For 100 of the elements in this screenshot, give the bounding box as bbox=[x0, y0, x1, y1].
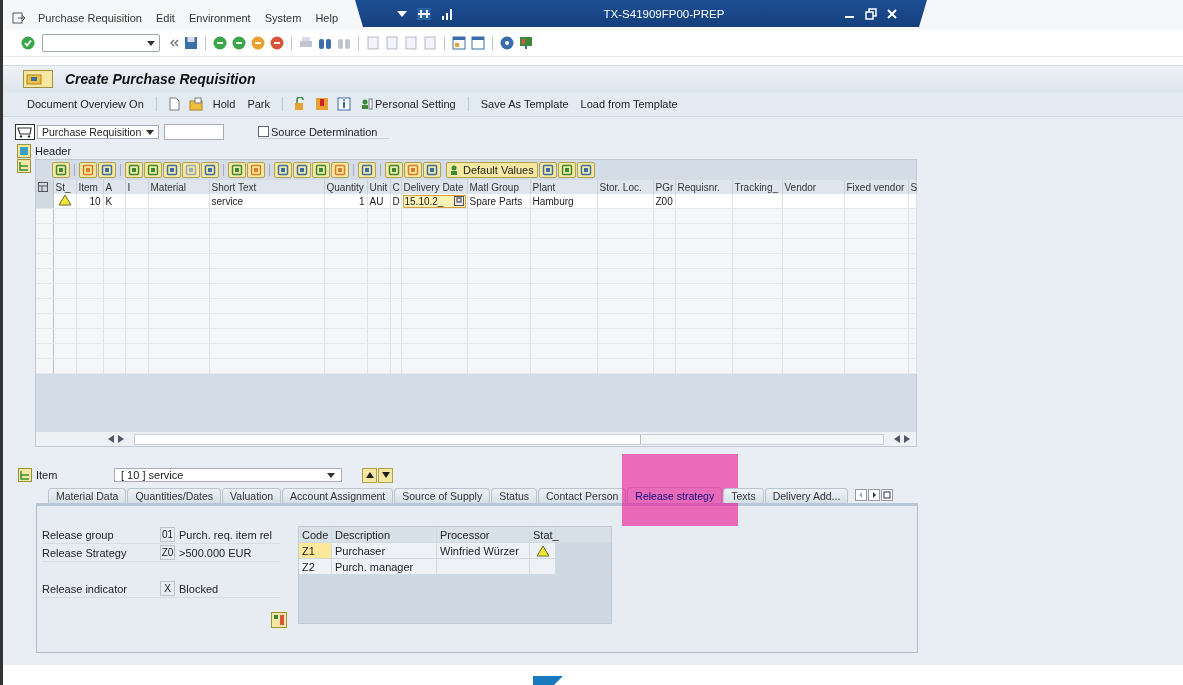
menu-icon[interactable] bbox=[12, 12, 26, 24]
caret-icon[interactable] bbox=[397, 10, 407, 17]
tab[interactable]: Account Assignment bbox=[282, 488, 394, 503]
pin-icon[interactable] bbox=[417, 7, 431, 20]
tab[interactable]: Source of Supply bbox=[394, 488, 491, 503]
park-button[interactable]: Park bbox=[245, 98, 272, 110]
tab[interactable]: Status bbox=[491, 488, 537, 503]
field-value: >500.000 EUR bbox=[179, 546, 252, 559]
menu-item[interactable]: Edit bbox=[155, 12, 175, 24]
collapse-details-icon[interactable] bbox=[18, 468, 32, 482]
table-cell[interactable]: Z1 bbox=[299, 543, 332, 558]
window-icon[interactable] bbox=[471, 36, 485, 50]
menu-item[interactable]: System bbox=[264, 12, 302, 24]
tab[interactable]: Valuation bbox=[222, 488, 282, 503]
field-value: Purch. req. item rel bbox=[179, 528, 272, 541]
item-dropdown[interactable]: [ 10 ] service bbox=[114, 468, 342, 482]
load-from-template-button[interactable]: Load from Template bbox=[578, 98, 680, 110]
caret-icon bbox=[327, 472, 335, 478]
cart-icon[interactable] bbox=[15, 124, 35, 140]
document-number-field[interactable] bbox=[164, 124, 224, 140]
personal-setting-button[interactable]: Personal Setting bbox=[359, 98, 458, 110]
column-header[interactable]: Material bbox=[148, 180, 209, 194]
help-icon[interactable] bbox=[500, 36, 514, 50]
column-header[interactable]: Requisnr. bbox=[675, 180, 732, 194]
menu-item[interactable]: Help bbox=[315, 12, 338, 24]
window-title: TX-S41909FP00-PREP bbox=[602, 7, 726, 20]
window-icon[interactable] bbox=[452, 36, 466, 50]
table-cell: Winfried Würzer bbox=[437, 543, 530, 558]
restore-icon[interactable] bbox=[865, 7, 877, 20]
code-field: 01 bbox=[160, 527, 175, 542]
save-icon[interactable] bbox=[184, 36, 198, 50]
column-header[interactable]: Unit bbox=[367, 180, 390, 194]
field-label: Release group bbox=[42, 528, 115, 541]
column-header[interactable]: Vendor bbox=[782, 180, 844, 194]
scroll-right-icon[interactable] bbox=[904, 435, 910, 443]
default-values-button[interactable]: Default Values bbox=[446, 162, 538, 178]
tab[interactable]: Material Data bbox=[48, 488, 127, 503]
monitor-icon[interactable] bbox=[519, 36, 533, 50]
column-header: Code bbox=[299, 527, 332, 542]
tab[interactable]: Quantities/Dates bbox=[127, 488, 222, 503]
close-icon[interactable] bbox=[887, 8, 897, 19]
scroll-left-icon[interactable] bbox=[108, 435, 114, 443]
table-cell[interactable]: Z2 bbox=[299, 559, 332, 574]
column-header[interactable]: Matl Group bbox=[467, 180, 530, 194]
document-overview-button[interactable]: Document Overview On bbox=[25, 98, 146, 110]
previous-item-button[interactable] bbox=[362, 467, 377, 483]
column-header: Processor bbox=[437, 527, 530, 542]
menu-item[interactable]: Purchase Requisition bbox=[38, 12, 142, 24]
date-input[interactable]: 15.10.2_ bbox=[402, 194, 466, 208]
caret-icon bbox=[147, 40, 155, 46]
new-document-icon[interactable] bbox=[166, 97, 181, 111]
tab[interactable]: Texts bbox=[723, 488, 764, 503]
save-as-template-button[interactable]: Save As Template bbox=[478, 98, 571, 110]
command-field[interactable] bbox=[42, 34, 160, 52]
table-cell: Spare Parts bbox=[469, 195, 523, 207]
column-header[interactable]: Stor. Loc. bbox=[597, 180, 653, 194]
column-header[interactable]: St_ bbox=[53, 180, 76, 194]
layout-toggle-icon[interactable] bbox=[271, 612, 287, 628]
collapse-items-icon[interactable] bbox=[17, 159, 31, 173]
column-header[interactable]: Tracking_ bbox=[732, 180, 782, 194]
column-header[interactable]: C bbox=[390, 180, 401, 194]
check-icon[interactable] bbox=[21, 36, 35, 50]
document-type-dropdown[interactable]: Purchase Requisition bbox=[37, 125, 159, 139]
warning-icon bbox=[57, 194, 72, 206]
tab[interactable]: Contact Person bbox=[538, 488, 627, 503]
tab[interactable]: Delivery Add... bbox=[764, 488, 849, 503]
field-label: Release indicator bbox=[42, 582, 128, 595]
scrollbar-thumb[interactable] bbox=[135, 434, 641, 444]
tab-list-icon[interactable] bbox=[881, 489, 894, 501]
table-cell: D bbox=[392, 195, 400, 207]
column-header[interactable]: Short Text bbox=[209, 180, 324, 194]
next-item-button[interactable] bbox=[378, 467, 393, 483]
chevrons-icon[interactable] bbox=[169, 38, 179, 48]
hold-button[interactable]: Hold bbox=[210, 98, 238, 110]
binoculars-icon[interactable] bbox=[318, 36, 332, 50]
calendar-icon[interactable] bbox=[453, 196, 464, 206]
column-header[interactable]: Delivery Date bbox=[401, 180, 467, 194]
column-header[interactable]: Item bbox=[76, 180, 103, 194]
table-cell: Hamburg bbox=[532, 195, 574, 207]
column-header[interactable]: PGr bbox=[653, 180, 675, 194]
field-value: Blocked bbox=[179, 582, 219, 595]
lock-icon[interactable] bbox=[293, 97, 307, 111]
scroll-right-icon[interactable] bbox=[118, 435, 124, 443]
alert-icon[interactable] bbox=[315, 97, 329, 111]
table-cell: Z00 bbox=[655, 195, 673, 207]
tabs-right-icon[interactable] bbox=[868, 489, 881, 501]
scroll-left-icon[interactable] bbox=[894, 435, 900, 443]
table-cell: AU bbox=[369, 195, 384, 207]
menu-button[interactable] bbox=[23, 70, 53, 88]
column-header[interactable]: Plant bbox=[530, 180, 597, 194]
column-header[interactable]: Fixed vendor bbox=[844, 180, 908, 194]
column-header[interactable]: Quantity bbox=[324, 180, 367, 194]
table-cell: 10 bbox=[89, 195, 101, 207]
menu-item[interactable]: Environment bbox=[188, 12, 251, 24]
select-all-icon[interactable] bbox=[38, 182, 48, 192]
expand-header-icon[interactable] bbox=[17, 144, 31, 158]
down-triangle-icon bbox=[381, 472, 390, 478]
source-determination-checkbox[interactable]: Source Determination bbox=[258, 125, 390, 139]
column-header[interactable]: I bbox=[125, 180, 148, 194]
column-header[interactable]: A bbox=[103, 180, 125, 194]
